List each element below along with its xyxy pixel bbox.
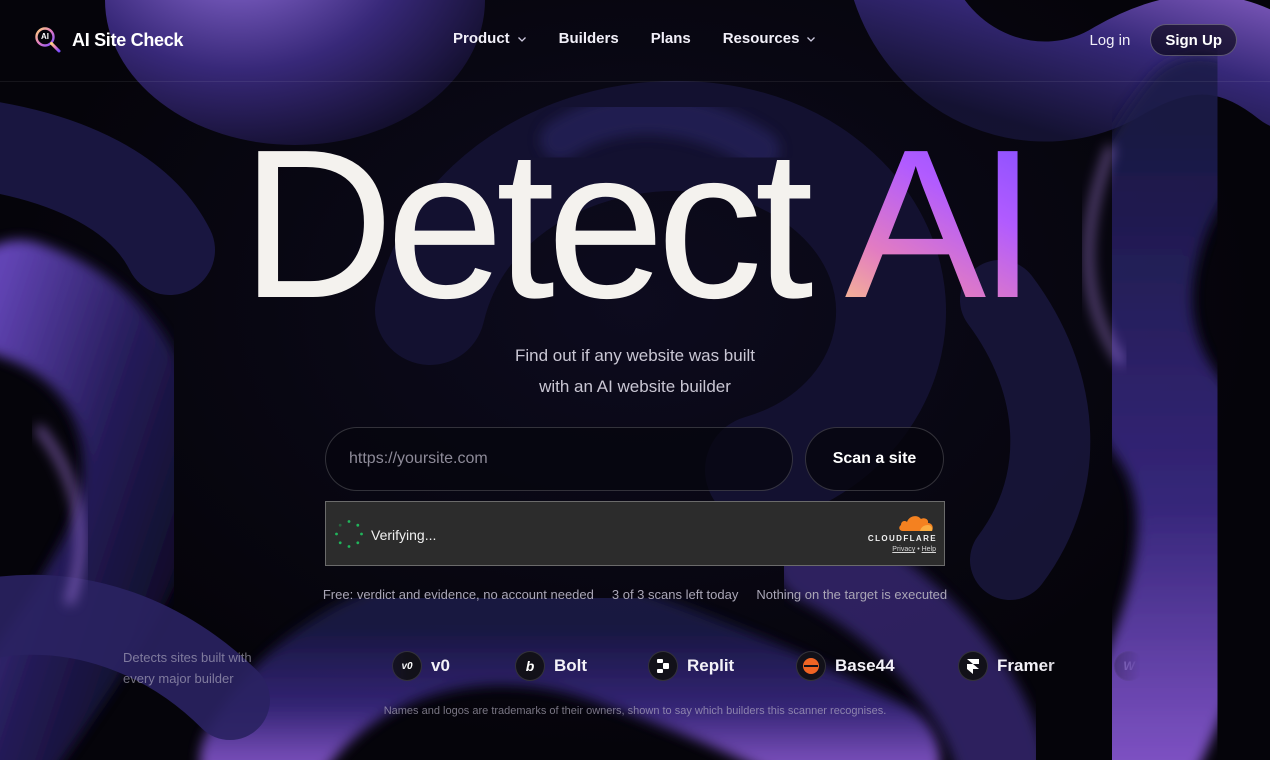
brand-name: AI Site Check xyxy=(72,29,184,50)
nav-builders[interactable]: Builders xyxy=(559,30,619,47)
builders-caption-line1: Detects sites built with xyxy=(123,650,252,665)
builder-item-partial[interactable] xyxy=(310,651,340,681)
hero-subtitle-line1: Find out if any website was built xyxy=(514,346,755,365)
magnifier-ai-icon: AI xyxy=(34,26,62,54)
nav-product-label: Product xyxy=(453,30,510,47)
cloudflare-wordmark: CLOUDFLARE xyxy=(867,534,937,543)
nav-plans-label: Plans xyxy=(650,30,691,47)
brand-icon-text: AI xyxy=(41,32,49,41)
verifying-status: Verifying... xyxy=(371,527,437,543)
info-free: Free: verdict and evidence, no account n… xyxy=(322,587,594,602)
builder-item-webflow[interactable]: W xyxy=(1114,651,1140,681)
main-menu: Product Builders Plans Resources xyxy=(453,30,816,47)
chevron-down-icon xyxy=(807,36,816,42)
signup-button[interactable]: Sign Up xyxy=(1150,24,1237,56)
hero-subtitle-line2: with an AI website builder xyxy=(539,377,731,396)
brand-logo-link[interactable]: AI AI Site Check xyxy=(34,26,183,54)
builder-name: v0 xyxy=(431,656,450,675)
hero-subtitle: Find out if any website was built with a… xyxy=(0,340,1270,402)
cloudflare-links: Privacy • Help xyxy=(892,546,936,553)
webflow-logo-icon: W xyxy=(1114,651,1140,681)
info-scans-left: 3 of 3 scans left today xyxy=(611,587,739,602)
chevron-down-icon xyxy=(517,36,526,42)
nav-plans[interactable]: Plans xyxy=(651,30,691,47)
hero-heading-gradient: AI xyxy=(844,105,1037,342)
builder-item-framer[interactable]: Framer xyxy=(958,651,1055,681)
builder-name: Framer xyxy=(997,656,1055,675)
auth-actions: Log in Sign Up xyxy=(1089,24,1237,56)
builders-caption: Detects sites built with every major bui… xyxy=(123,647,303,689)
cloudflare-cloud-icon xyxy=(899,516,933,531)
top-navigation: AI AI Site Check Product Builders Plans … xyxy=(0,0,1270,82)
base44-logo-icon xyxy=(796,651,826,681)
builder-name: Base44 xyxy=(835,656,895,675)
hero-heading: Detect AI xyxy=(0,118,1270,330)
scan-info-line: Free: verdict and evidence, no account n… xyxy=(0,587,1270,602)
builder-item-bolt[interactable]: b Bolt xyxy=(515,651,587,681)
url-input[interactable] xyxy=(325,427,793,491)
builder-item-base44[interactable]: Base44 xyxy=(796,651,895,681)
nav-product[interactable]: Product xyxy=(453,30,527,47)
nav-resources[interactable]: Resources xyxy=(723,30,817,47)
links-separator: • xyxy=(917,546,920,553)
nav-resources-label: Resources xyxy=(722,30,800,47)
builders-caption-line2: every major builder xyxy=(123,671,234,686)
replit-logo-icon xyxy=(648,651,678,681)
bolt-logo-icon: b xyxy=(515,651,545,681)
framer-logo-icon xyxy=(958,651,988,681)
scan-form: Scan a site xyxy=(325,427,945,491)
builder-name: Bolt xyxy=(554,656,588,675)
loading-spinner-icon xyxy=(335,520,363,548)
login-link[interactable]: Log in xyxy=(1089,32,1130,49)
trademark-disclaimer: Names and logos are trademarks of their … xyxy=(383,705,887,717)
hero-heading-plain: Detect xyxy=(240,105,814,342)
cloudflare-turnstile-widget[interactable]: Verifying... CLOUDFLARE Privacy • Help xyxy=(325,501,945,566)
info-no-execution: Nothing on the target is executed xyxy=(756,587,948,602)
builders-marquee: v0 v0 b Bolt Replit Base44 Framer W xyxy=(310,648,1140,688)
help-link[interactable]: Help xyxy=(922,546,936,553)
scan-site-button[interactable]: Scan a site xyxy=(805,427,944,491)
partial-logo-icon xyxy=(310,651,340,681)
v0-logo-icon: v0 xyxy=(392,651,422,681)
builder-name: Replit xyxy=(687,656,735,675)
nav-builders-label: Builders xyxy=(558,30,619,47)
cloudflare-branding: CLOUDFLARE Privacy • Help xyxy=(857,512,937,558)
builder-item-v0[interactable]: v0 v0 xyxy=(392,651,450,681)
builder-item-replit[interactable]: Replit xyxy=(648,651,734,681)
privacy-link[interactable]: Privacy xyxy=(892,546,915,553)
